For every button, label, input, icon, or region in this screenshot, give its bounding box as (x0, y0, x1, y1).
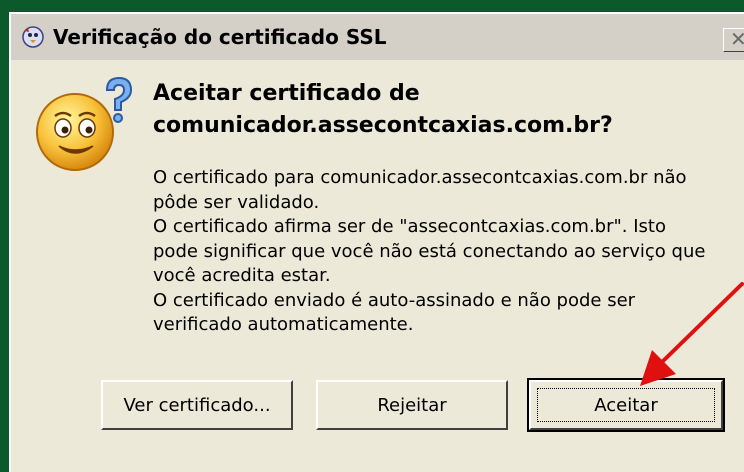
ssl-dialog-window: Verificação do certificado SSL ✕ Aceitar… (9, 12, 744, 472)
view-certificate-label: Ver certificado... (123, 394, 271, 416)
dialog-client-area: Aceitar certificado de comunicador.assec… (11, 60, 744, 472)
bird-app-icon (22, 26, 44, 48)
message-line: O certificado afirma ser de "assecontcax… (153, 216, 666, 237)
close-button[interactable]: ✕ (723, 28, 744, 52)
message-line: O certificado para comunicador.assecontc… (153, 167, 687, 188)
reject-label: Rejeitar (377, 394, 447, 416)
heading-line: comunicador.assecontcaxias.com.br? (153, 113, 613, 138)
window-title: Verificação do certificado SSL (53, 25, 387, 49)
annotation-arrow-icon (640, 282, 744, 386)
question-smiley-icon (36, 76, 133, 171)
close-icon: ✕ (730, 27, 744, 51)
view-certificate-button[interactable]: Ver certificado... (101, 380, 293, 430)
reject-button[interactable]: Rejeitar (316, 380, 508, 430)
title-bar[interactable]: Verificação do certificado SSL ✕ (11, 14, 744, 61)
message-line: pode significar que você não está conect… (153, 240, 706, 262)
message-line: pôde ser validado. (153, 191, 320, 213)
heading-line: Aceitar certificado de (153, 81, 420, 106)
dialog-heading: Aceitar certificado de comunicador.assec… (153, 78, 713, 142)
